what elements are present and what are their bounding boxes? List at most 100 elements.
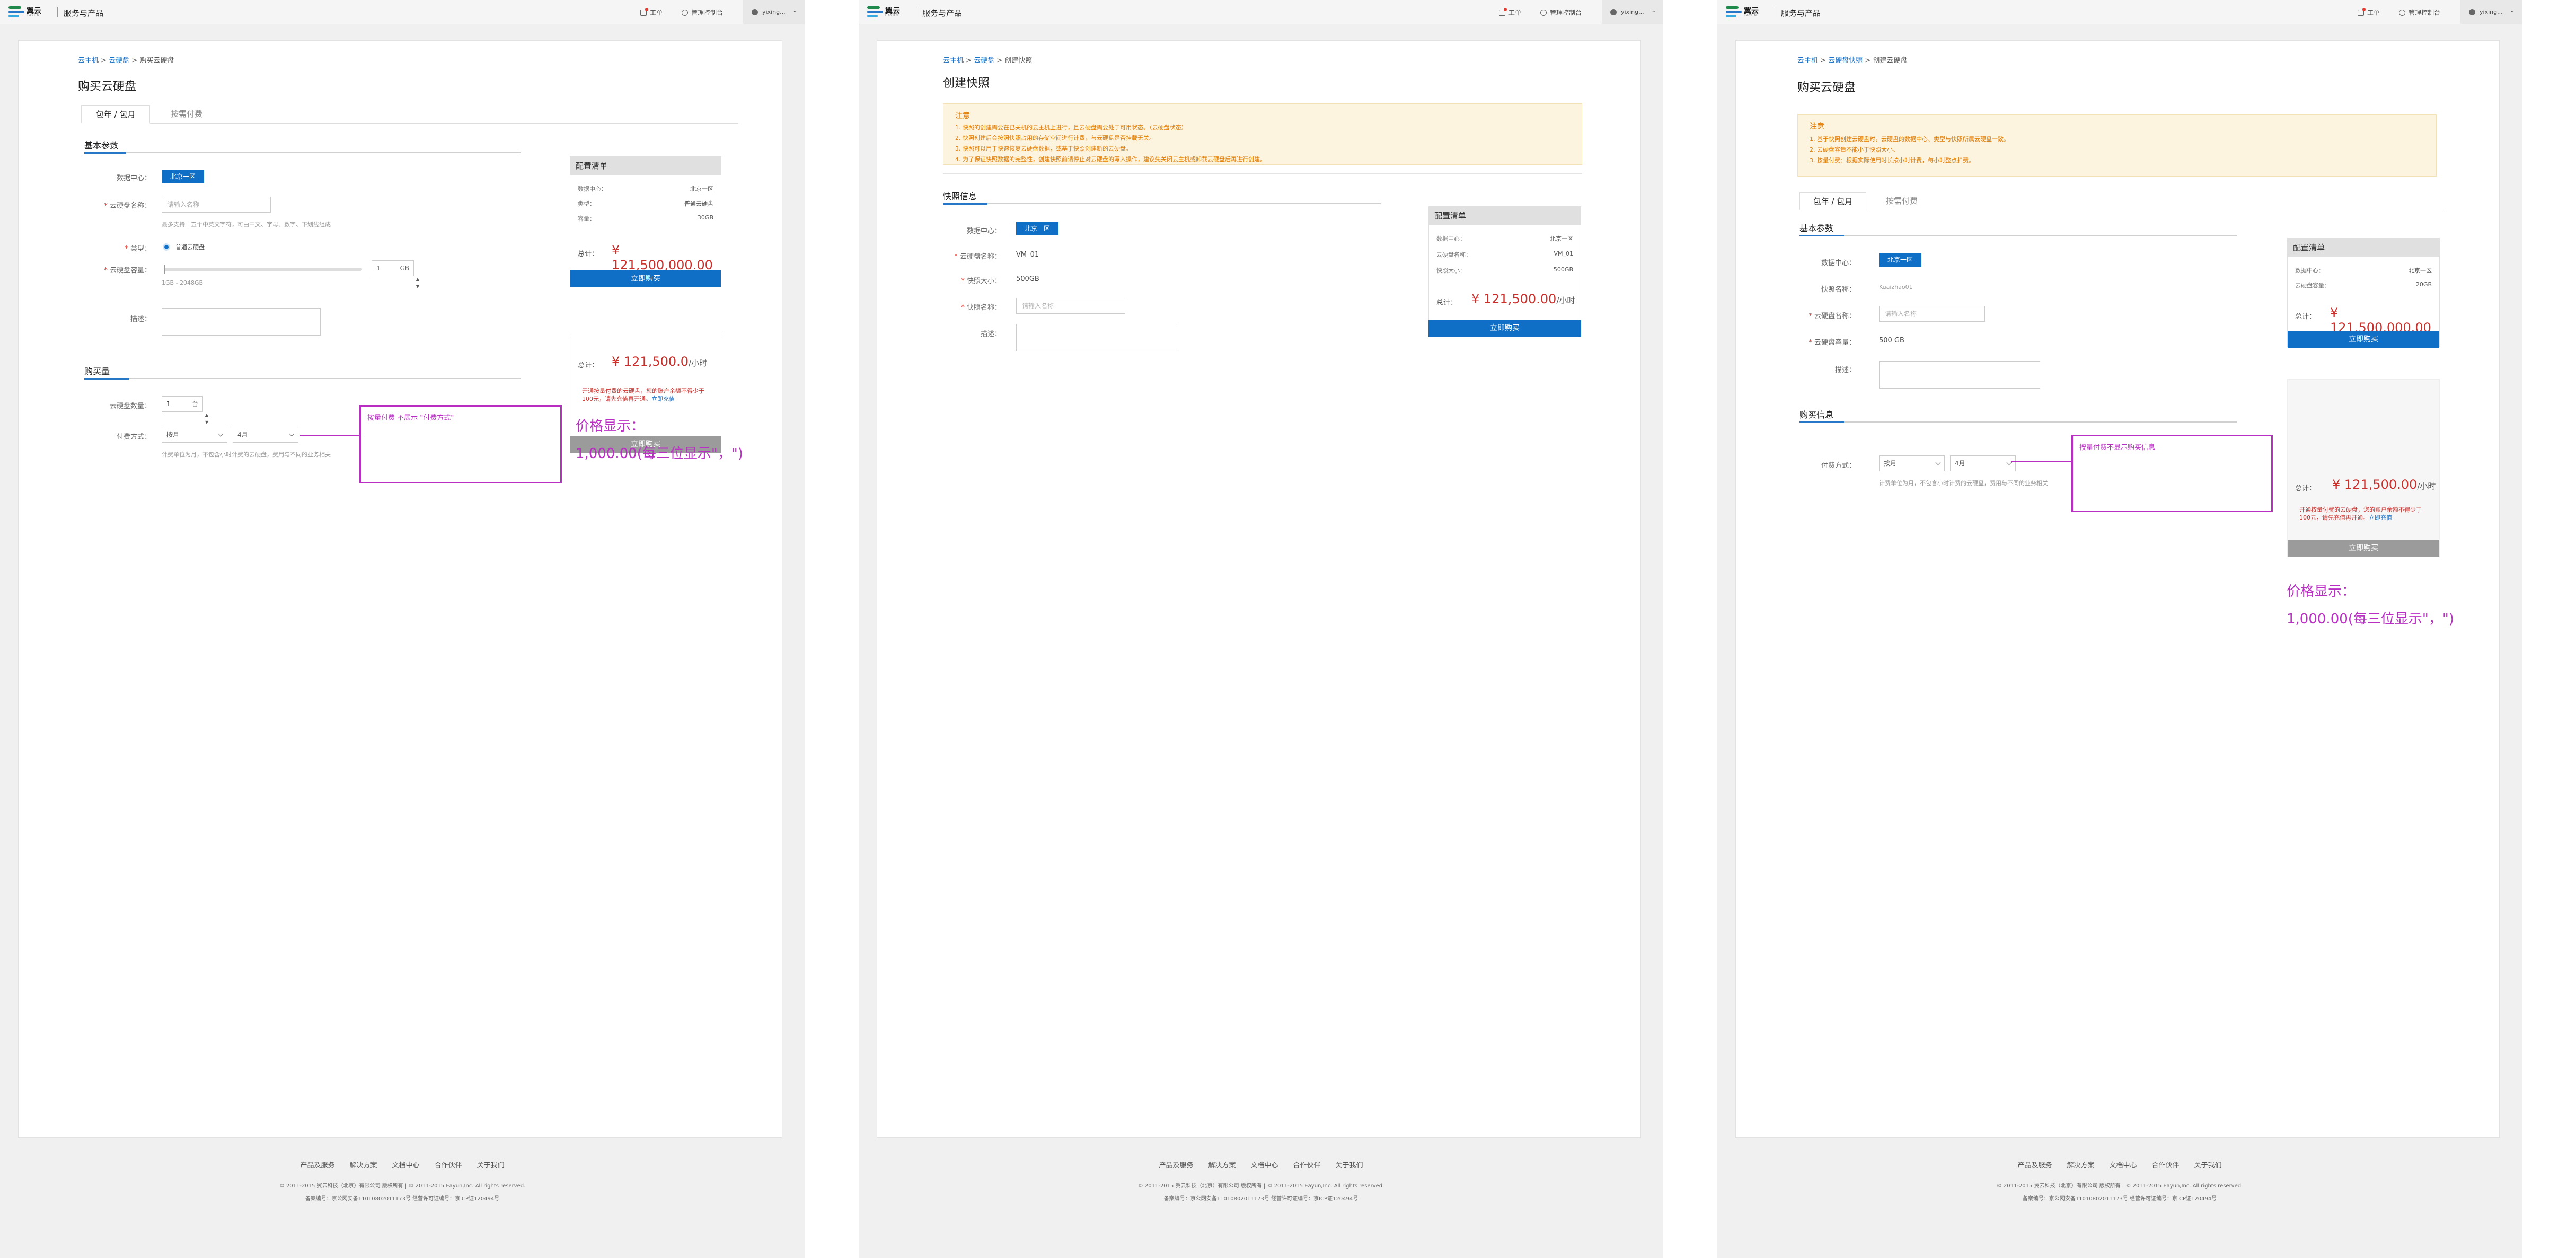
footer-icp: 备案编号：京公网安备11010802011173号 经营许可证编号：京ICP证1… xyxy=(2022,1196,2217,1202)
section-divider xyxy=(1799,235,2237,236)
logo-subtitle: EAYUN xyxy=(1744,14,1757,17)
pay-duration-select[interactable]: 4月 xyxy=(233,427,298,443)
footer-link[interactable]: 文档中心 xyxy=(392,1162,419,1169)
section-divider xyxy=(84,152,521,154)
type-radio[interactable] xyxy=(163,243,170,251)
recharge-link[interactable]: 立即充值 xyxy=(2369,514,2392,521)
price-format-note: 价格显示： 1,000.00(每三位显示"，") xyxy=(2287,584,2454,627)
section-divider xyxy=(1799,421,2237,423)
footer-link[interactable]: 解决方案 xyxy=(349,1162,377,1169)
datacenter-button[interactable]: 北京一区 xyxy=(1016,222,1058,235)
worksheet-icon xyxy=(2358,8,2366,16)
footer-link[interactable]: 关于我们 xyxy=(2194,1162,2222,1169)
logo-mark-icon xyxy=(867,6,883,18)
datacenter-button[interactable]: 北京一区 xyxy=(1879,253,1921,267)
billing-tabs: 包年 / 包月 按需付费 xyxy=(81,105,738,124)
footer-link[interactable]: 解决方案 xyxy=(1208,1162,1236,1169)
footer-link[interactable]: 文档中心 xyxy=(2109,1162,2137,1169)
footer-link[interactable]: 合作伙伴 xyxy=(1293,1162,1321,1169)
breadcrumb-item[interactable]: 云硬盘 xyxy=(974,57,994,65)
buy-now-button-disabled[interactable]: 立即购买 xyxy=(2288,540,2439,557)
user-menu[interactable]: yixing... ⌄ xyxy=(1602,0,1663,24)
quantity-stepper[interactable]: 1 台 ▲ ▼ xyxy=(162,396,208,425)
logo-subtitle: EAYUN xyxy=(885,14,898,17)
worksheet-link[interactable]: 工单 xyxy=(640,8,663,17)
logo[interactable]: 翼云 EAYUN xyxy=(1726,5,1777,19)
datacenter-label: 数据中心： xyxy=(1821,259,1856,267)
services-menu[interactable]: 服务与产品 xyxy=(922,7,962,19)
disk-name-input[interactable]: 请输入名称 xyxy=(1879,306,1985,322)
breadcrumb-item[interactable]: 云主机 xyxy=(1797,57,1818,65)
capacity-input[interactable]: 1 GB ▲ ▼ xyxy=(372,260,419,289)
description-textarea[interactable] xyxy=(162,308,321,336)
footer-link[interactable]: 合作伙伴 xyxy=(435,1162,462,1169)
footer-link[interactable]: 关于我们 xyxy=(1336,1162,1363,1169)
snapshot-name-label: 快照名称： xyxy=(1821,286,1856,294)
disk-name-value: VM_01 xyxy=(1016,251,1039,259)
slider-handle[interactable] xyxy=(162,265,165,274)
services-menu[interactable]: 服务与产品 xyxy=(64,7,103,19)
stepper-icon[interactable]: ▲ ▼ xyxy=(204,411,210,427)
logo[interactable]: 翼云 EAYUN xyxy=(867,5,918,19)
breadcrumb-item[interactable]: 云硬盘 xyxy=(109,57,129,65)
footer-link[interactable]: 解决方案 xyxy=(2067,1162,2094,1169)
pay-hint: 计费单位为月，不包含小时计费的云硬盘，费用与不同的业务相关 xyxy=(1879,480,2048,487)
tab-on-demand[interactable]: 按需付费 xyxy=(1868,192,1935,210)
user-icon xyxy=(752,9,758,15)
capacity-value: 500 GB xyxy=(1879,337,1904,345)
footer-link[interactable]: 产品及服务 xyxy=(1159,1162,1193,1169)
stepper-icon[interactable]: ▲ ▼ xyxy=(414,276,421,292)
footer-link[interactable]: 合作伙伴 xyxy=(2152,1162,2180,1169)
datacenter-button[interactable]: 北京一区 xyxy=(162,170,204,183)
disk-name-label: * 云硬盘名称： xyxy=(104,202,151,210)
tab-monthly[interactable]: 包年 / 包月 xyxy=(81,105,150,124)
disk-name-input[interactable]: 请输入名称 xyxy=(162,197,271,213)
chevron-down-icon: ⌄ xyxy=(2510,8,2515,14)
breadcrumb-item[interactable]: 云主机 xyxy=(943,57,964,65)
config-row: 云硬盘容量： 20GB xyxy=(2295,281,2432,289)
breadcrumb-item[interactable]: 云硬盘快照 xyxy=(1828,57,1863,65)
breadcrumb-item[interactable]: 云主机 xyxy=(78,57,99,65)
logo[interactable]: 翼云 EAYUN xyxy=(8,5,59,19)
recharge-link[interactable]: 立即充值 xyxy=(651,395,675,402)
on-demand-panel: 总计： ¥ 121,500.00/小时 开通按量付费的云硬盘，您的账户余额不得少… xyxy=(2287,379,2440,557)
pay-period-select[interactable]: 按月 xyxy=(1879,455,1945,471)
notice-line: 2. 云硬盘容量不能小于快照大小。 xyxy=(1810,146,1899,153)
top-navbar: 翼云 EAYUN 服务与产品 工单 管理控制台 yixing... ⌄ xyxy=(1717,0,2522,24)
snapshot-name-value: Kuaizhao01 xyxy=(1879,284,1913,291)
console-link[interactable]: 管理控制台 xyxy=(1540,8,1582,17)
description-label: 描述： xyxy=(980,330,1001,338)
footer-link[interactable]: 产品及服务 xyxy=(2017,1162,2052,1169)
pay-period-select[interactable]: 按月 xyxy=(162,427,227,443)
chevron-down-icon: ⌄ xyxy=(1651,8,1656,14)
breadcrumb: 云主机 > 云硬盘 > 创建快照 xyxy=(943,57,1033,65)
tab-on-demand[interactable]: 按需付费 xyxy=(152,105,221,124)
footer-link[interactable]: 产品及服务 xyxy=(300,1162,334,1169)
section-snapshot-info: 快照信息 xyxy=(943,191,977,201)
services-menu[interactable]: 服务与产品 xyxy=(1781,7,1821,19)
description-textarea[interactable] xyxy=(1879,361,2040,389)
breadcrumb: 云主机 > 云硬盘 > 购买云硬盘 xyxy=(78,57,174,65)
console-icon xyxy=(682,10,688,16)
footer-link[interactable]: 文档中心 xyxy=(1250,1162,1278,1169)
worksheet-link[interactable]: 工单 xyxy=(2358,8,2380,17)
description-textarea[interactable] xyxy=(1016,324,1177,351)
snapshot-name-input[interactable]: 请输入名称 xyxy=(1016,298,1125,314)
buy-now-button[interactable]: 立即购买 xyxy=(1428,320,1581,337)
worksheet-link[interactable]: 工单 xyxy=(1499,8,1521,17)
user-menu[interactable]: yixing... ⌄ xyxy=(743,0,805,24)
screen-buy-disk: 翼云 EAYUN 服务与产品 工单 管理控制台 yixing... ⌄ 云主机 >… xyxy=(0,0,805,1258)
buy-now-button[interactable]: 立即购买 xyxy=(2288,331,2439,348)
pay-duration-select[interactable]: 4月 xyxy=(1950,455,2016,471)
buy-now-button[interactable]: 立即购买 xyxy=(570,270,721,287)
capacity-slider[interactable] xyxy=(162,265,362,274)
user-menu[interactable]: yixing... ⌄ xyxy=(2460,0,2522,24)
notice-box: 注意 1. 基于快照创建云硬盘时，云硬盘的数据中心、类型与快照所属云硬盘一致。 … xyxy=(1797,114,2437,177)
hourly-price: ¥ 121,500.00/小时 xyxy=(1471,292,1575,306)
footer-link[interactable]: 关于我们 xyxy=(477,1162,505,1169)
console-link[interactable]: 管理控制台 xyxy=(2399,8,2440,17)
console-link[interactable]: 管理控制台 xyxy=(682,8,723,17)
footer-links: 产品及服务 解决方案 文档中心 合作伙伴 关于我们 xyxy=(1717,1159,2522,1169)
config-row: 数据中心： 北京一区 xyxy=(578,186,713,192)
tab-monthly[interactable]: 包年 / 包月 xyxy=(1799,192,1866,210)
